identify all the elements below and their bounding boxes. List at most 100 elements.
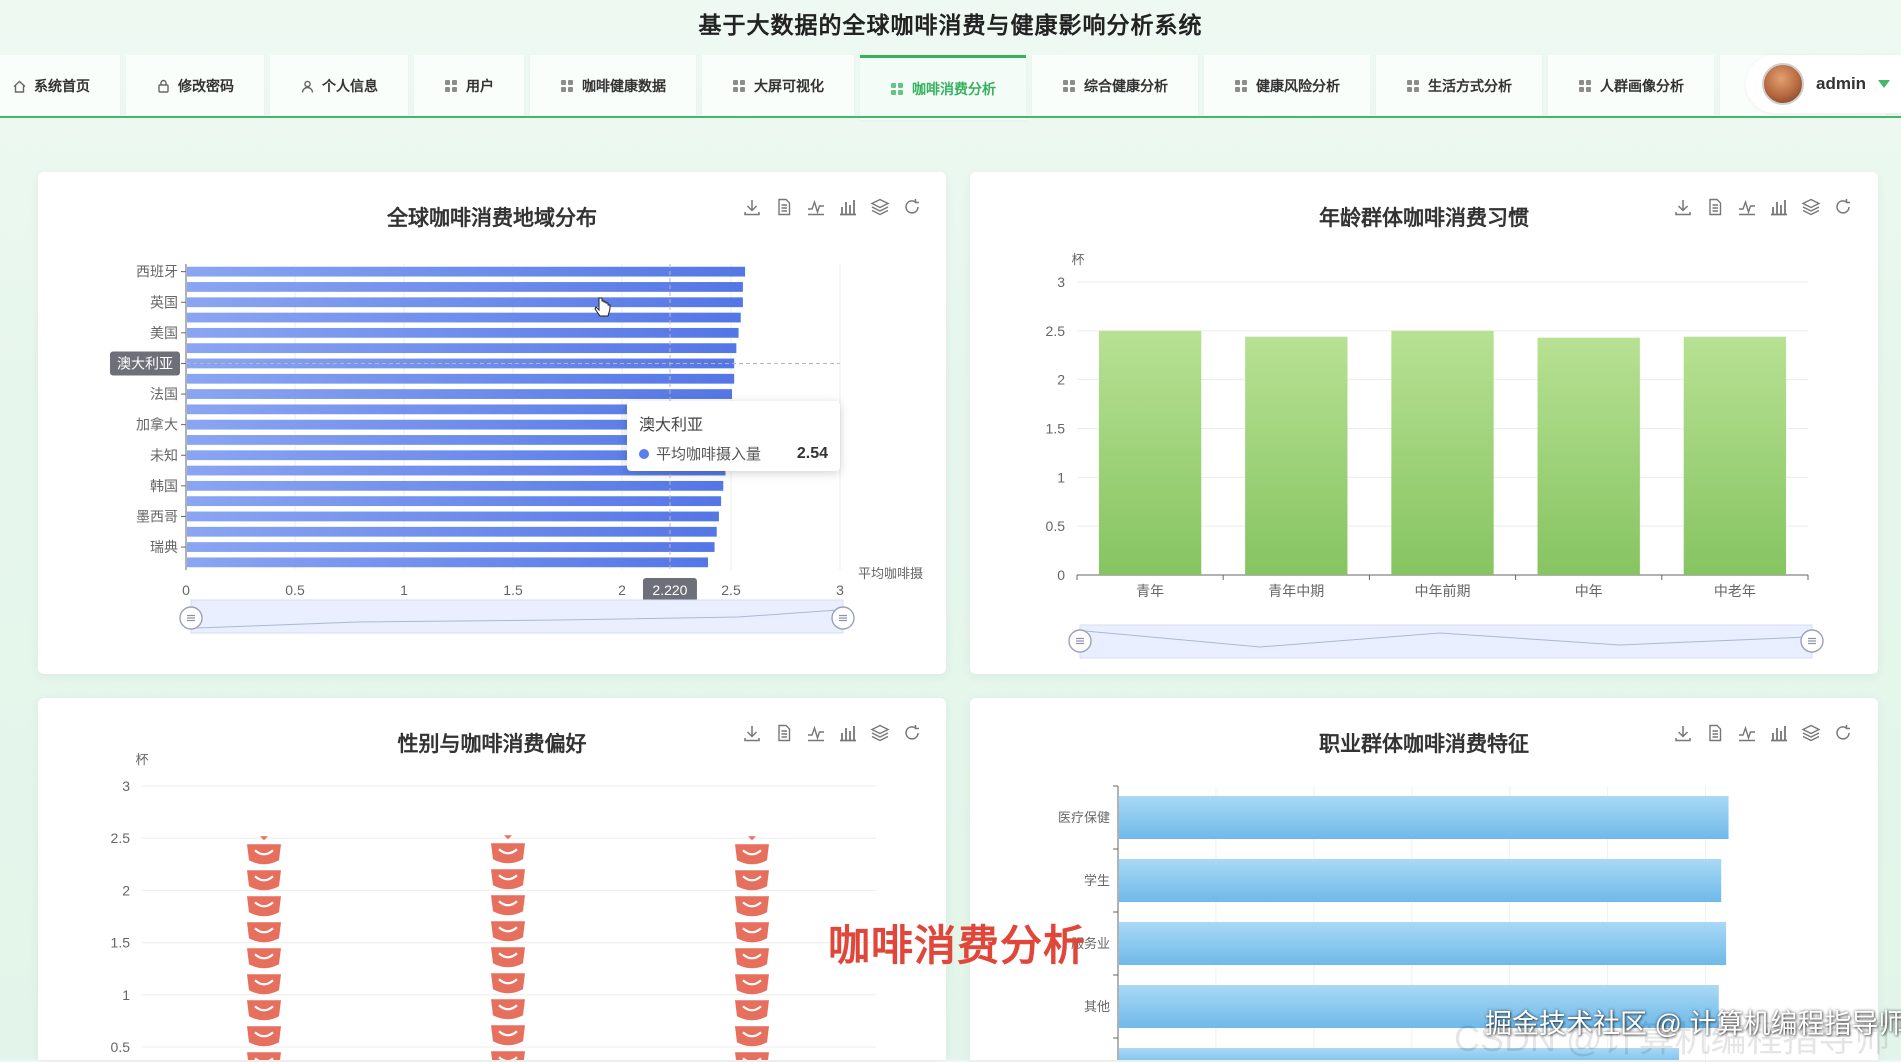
watermark-juejin: 掘金技术社区 @ 计算机编程指导师: [1485, 1009, 1901, 1039]
x-tick-label: 2: [618, 582, 626, 598]
nav-item-label: 健康风险分析: [1256, 78, 1340, 94]
bar[interactable]: [187, 297, 743, 308]
nav-item-4[interactable]: 用户: [414, 55, 524, 117]
nav-item-6[interactable]: 大屏可视化: [702, 55, 854, 117]
user-menu[interactable]: admin: [1746, 55, 1901, 113]
nav-item-7[interactable]: 咖啡消费分析: [860, 55, 1026, 120]
y-tick-label: 瑞典: [150, 539, 178, 555]
y-tick-label: 1: [1057, 469, 1065, 485]
grid-icon: [1062, 79, 1076, 93]
y-tick-label: 学生: [1084, 873, 1110, 888]
x-tick-label: 中年前期: [1415, 583, 1471, 599]
nav-item-label: 系统首页: [34, 78, 90, 94]
nav-underline: [0, 116, 1901, 118]
nav-item-3[interactable]: 个人信息: [270, 55, 408, 117]
bar[interactable]: [187, 542, 715, 552]
y-tick-label: 英国: [150, 294, 178, 310]
grid-icon: [732, 79, 746, 93]
y-axis-name: 杯: [135, 752, 148, 767]
y-tick-label: 2: [1057, 372, 1065, 388]
bar[interactable]: [1098, 330, 1202, 575]
nav-item-label: 个人信息: [322, 78, 378, 94]
age-bar-chart[interactable]: 0 0.5 1 1.5 2 2.5 3杯青年 青年中期 中年前期 中年 中老年: [970, 172, 1878, 674]
bar[interactable]: [1537, 337, 1640, 575]
bar[interactable]: [187, 327, 739, 338]
y-tick-label: 3: [122, 778, 130, 794]
bar[interactable]: [1245, 336, 1348, 575]
x-tick-label: 中老年: [1714, 583, 1756, 599]
bar[interactable]: [1683, 336, 1787, 575]
bar[interactable]: [187, 511, 719, 522]
bar[interactable]: [187, 312, 741, 323]
nav-item-8[interactable]: 综合健康分析: [1032, 55, 1198, 117]
bar[interactable]: [187, 373, 735, 384]
bar[interactable]: [187, 282, 743, 292]
bar[interactable]: [187, 343, 737, 354]
tooltip-value: 2.54: [796, 444, 828, 462]
nav-item-9[interactable]: 健康风险分析: [1204, 55, 1370, 117]
x-tick-label: 0.5: [285, 582, 305, 598]
chart-tooltip: 澳大利亚 平均咖啡摄入量 2.54: [627, 401, 840, 471]
nav-item-label: 咖啡健康数据: [582, 78, 666, 94]
y-tick-label: 2.5: [1046, 323, 1066, 339]
y-tick-label: 法国: [150, 386, 178, 402]
bar[interactable]: [187, 557, 709, 568]
cup-icon: [735, 1052, 769, 1060]
y-tick-label: 美国: [150, 325, 178, 341]
tooltip-category: 澳大利亚: [639, 417, 704, 434]
grid-icon: [890, 82, 904, 96]
nav-item-label: 用户: [466, 78, 494, 94]
bar[interactable]: [1119, 796, 1729, 839]
x-tick-label: 2.5: [721, 582, 741, 598]
cup-icon: [247, 1052, 281, 1060]
y-tick-label: 1.5: [111, 935, 131, 951]
y-tick-label: 医疗保健: [1058, 810, 1110, 825]
bar[interactable]: [187, 389, 732, 399]
bar[interactable]: [1119, 922, 1727, 965]
pictorial-bar[interactable]: [491, 835, 525, 1060]
x-axis-name: 平均咖啡摄: [858, 566, 923, 581]
nav-item-label: 咖啡消费分析: [912, 81, 996, 97]
nav-item-label: 生活方式分析: [1428, 78, 1512, 94]
home-icon: [12, 79, 26, 93]
y-tick-label: 2: [122, 882, 130, 898]
grid-icon: [560, 79, 574, 93]
tooltip-series-name: 平均咖啡摄入量: [656, 446, 762, 463]
bar[interactable]: [187, 496, 722, 507]
bar[interactable]: [1119, 859, 1722, 902]
gender-pictorial-chart[interactable]: 0.5 1 1.5 2 2.5 3杯: [38, 698, 946, 1060]
nav-item-2[interactable]: 修改密码: [126, 55, 264, 117]
grid-icon: [1406, 79, 1420, 93]
chevron-down-icon: [1878, 80, 1891, 88]
y-tick-label: 0.5: [1046, 518, 1066, 534]
bar[interactable]: [1391, 330, 1494, 575]
grid-icon: [444, 79, 458, 93]
age-chart-card: 年龄群体咖啡消费习惯 0 0.5 1 1.5 2 2.5 3 杯青年 青年中期 中年前期 中年 中老年: [970, 172, 1878, 674]
y-tick-label: 墨西哥: [136, 508, 178, 524]
user-name: admin: [1816, 74, 1867, 93]
x-tick-label: 中年: [1575, 583, 1603, 599]
y-tick-label: 其他: [1084, 999, 1110, 1014]
nav-item-5[interactable]: 咖啡健康数据: [530, 55, 696, 117]
video-caption: 咖啡消费分析: [828, 922, 1087, 969]
lock-icon: [156, 79, 170, 93]
pictorial-bar[interactable]: [735, 836, 769, 1060]
y-tick-label: 未知: [150, 447, 178, 463]
cup-icon: [491, 1051, 525, 1060]
nav-item-1[interactable]: 系统首页: [0, 55, 120, 117]
bar[interactable]: [187, 266, 746, 277]
x-tick-label: 青年中期: [1268, 583, 1324, 599]
x-tick-label: 青年: [1136, 583, 1164, 599]
nav-item-label: 大屏可视化: [754, 78, 824, 94]
bar[interactable]: [187, 480, 724, 491]
y-tick-label: 1: [122, 987, 130, 1003]
nav-item-10[interactable]: 生活方式分析: [1376, 55, 1542, 117]
nav-item-label: 人群画像分析: [1600, 78, 1684, 94]
nav-item-11[interactable]: 人群画像分析: [1548, 55, 1714, 117]
bar[interactable]: [187, 526, 717, 537]
x-tick-label: 1.5: [503, 582, 523, 598]
grid-icon: [1234, 79, 1248, 93]
pictorial-bar[interactable]: [247, 836, 281, 1060]
nav-item-label: 修改密码: [178, 78, 234, 94]
y-tick-label-highlight: 澳大利亚: [117, 355, 173, 371]
